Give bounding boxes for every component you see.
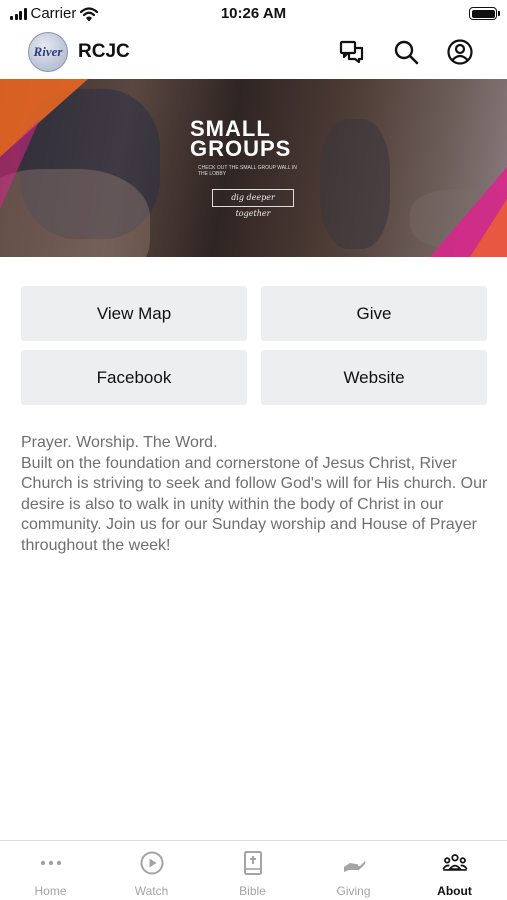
app-header: River RCJC — [0, 30, 507, 76]
small-groups-banner[interactable]: SMALL GROUPS CHECK OUT THE SMALL GROUP W… — [0, 79, 507, 257]
app-title: RCJC — [78, 41, 130, 62]
church-description: Prayer. Worship. The Word. Built on the … — [21, 433, 491, 557]
tab-label: Bible — [239, 884, 266, 898]
tab-label: Giving — [336, 884, 371, 898]
status-bar: Carrier 10:26 AM — [0, 0, 507, 28]
banner-title: SMALL GROUPS — [190, 116, 292, 161]
tab-watch[interactable]: Watch — [101, 841, 202, 900]
church-logo: River — [28, 32, 68, 72]
facebook-button[interactable]: Facebook — [21, 350, 247, 405]
giving-hand-icon — [343, 861, 365, 872]
view-map-button[interactable]: View Map — [21, 286, 247, 341]
chat-icon[interactable] — [338, 38, 366, 66]
banner-subtitle: CHECK OUT THE SMALL GROUP WALL IN THE LO… — [198, 165, 297, 177]
bible-icon — [243, 851, 262, 875]
search-icon[interactable] — [392, 38, 420, 66]
bottom-tab-bar: Home Watch Bible Giving About — [0, 840, 507, 900]
play-circle-icon — [140, 851, 163, 875]
tab-home[interactable]: Home — [0, 841, 101, 900]
battery-icon — [469, 7, 500, 20]
banner-tagline: dig deeper together — [212, 189, 294, 218]
status-time: 10:26 AM — [220, 5, 287, 22]
website-button[interactable]: Website — [261, 350, 487, 405]
tab-about[interactable]: About — [404, 841, 505, 900]
people-icon — [442, 854, 467, 871]
account-icon[interactable] — [446, 38, 474, 66]
tab-giving[interactable]: Giving — [303, 841, 404, 900]
logo-text: River — [33, 44, 63, 59]
tab-bible[interactable]: Bible — [202, 841, 303, 900]
tab-label: Watch — [134, 884, 169, 898]
give-button[interactable]: Give — [261, 286, 487, 341]
description-text: Prayer. Worship. The Word. Built on the … — [21, 434, 488, 554]
tab-label: Home — [34, 884, 67, 898]
more-dots-icon — [40, 860, 61, 866]
tab-label: About — [437, 884, 472, 898]
